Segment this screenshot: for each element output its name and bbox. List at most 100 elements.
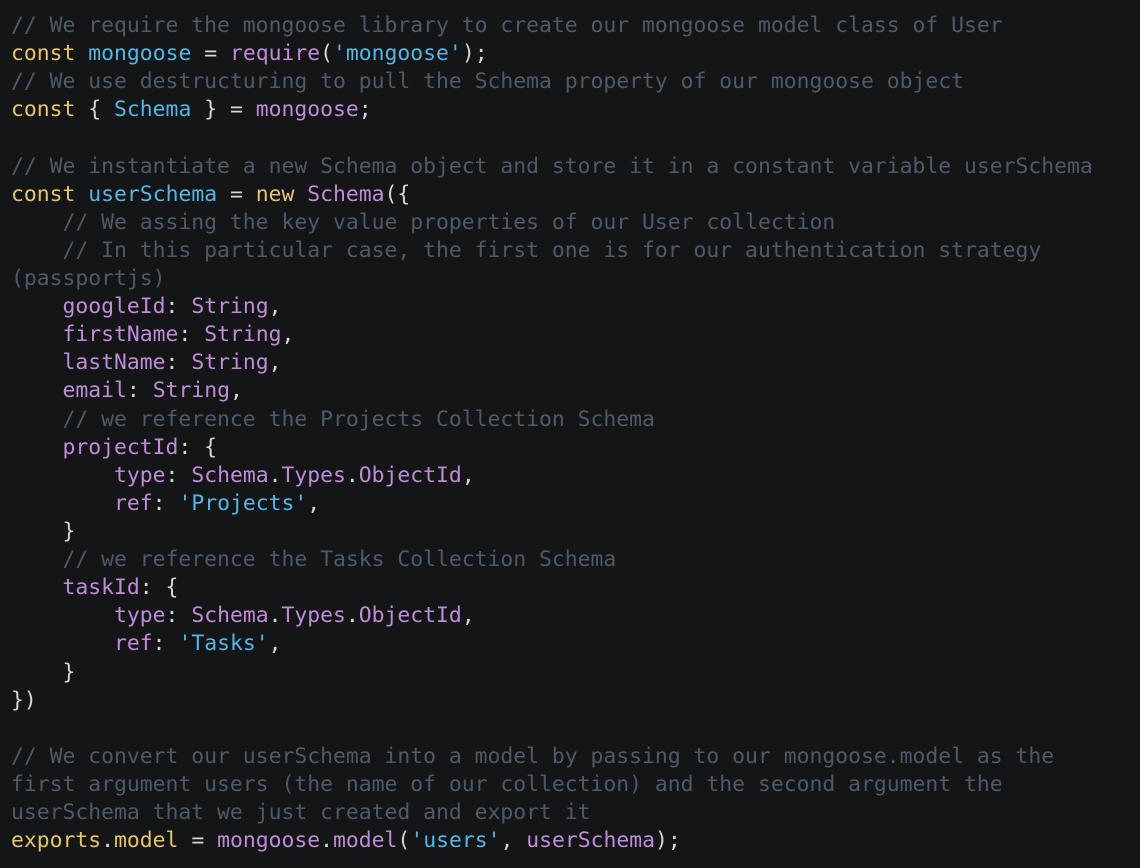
code-token-comment: userSchema that we just created and expo… [11, 800, 591, 826]
code-line: // we reference the Projects Collection … [11, 406, 1140, 434]
code-token-function: ObjectId [358, 462, 462, 488]
code-token-punctuation: , [461, 603, 475, 629]
code-line: lastName: String, [11, 349, 1140, 377]
code-line: const { Schema } = mongoose; [11, 96, 1140, 124]
code-token-punctuation: ; [358, 97, 372, 123]
code-token-keyword: new [255, 181, 295, 207]
code-token-punctuation: . [268, 603, 282, 629]
code-line: } [11, 518, 1140, 546]
code-token-punctuation: : [165, 294, 192, 320]
code-token-function: String [191, 350, 269, 376]
code-token-punctuation: ); [655, 828, 681, 854]
code-token-punctuation [11, 378, 63, 403]
code-token-punctuation [11, 350, 63, 375]
code-token-punctuation [11, 294, 63, 319]
code-token-function: mongoose [255, 97, 359, 123]
code-token-string: 'mongoose' [333, 41, 462, 67]
code-line: ref: 'Tasks', [11, 630, 1140, 658]
code-line: }) [11, 687, 1140, 715]
code-token-function: userSchema [526, 828, 656, 854]
code-token-punctuation: } = [191, 97, 256, 123]
code-token-punctuation: , [500, 828, 527, 854]
code-token-comment: // we reference the Projects Collection … [11, 406, 655, 432]
code-token-punctuation: = [191, 41, 230, 67]
code-token-punctuation [294, 182, 307, 207]
code-line: ref: 'Projects', [11, 490, 1140, 518]
code-token-property: type [114, 603, 166, 629]
code-token-comment: first argument users (the name of our co… [11, 771, 1003, 797]
code-token-punctuation: . [345, 462, 359, 488]
code-line: firstName: String, [11, 321, 1140, 349]
code-token-property: email [62, 378, 127, 404]
code-token-property: ref [114, 631, 153, 657]
code-token-punctuation: : [126, 378, 153, 404]
code-token-comment: // We require the mongoose library to cr… [11, 13, 1003, 38]
code-token-punctuation: , [268, 350, 282, 376]
code-token-string: 'Projects' [178, 490, 308, 516]
code-token-function: mongoose [217, 828, 321, 854]
code-token-function: require [229, 41, 321, 67]
code-token-function: Types [281, 603, 346, 629]
code-line: // We assing the key value properties of… [11, 209, 1140, 237]
code-token-punctuation: : { [178, 434, 218, 460]
code-token-function: Schema [307, 181, 385, 207]
code-token-string: 'Tasks' [178, 631, 269, 657]
code-token-comment: // We use destructuring to pull the Sche… [11, 69, 964, 95]
code-token-punctuation: . [345, 603, 359, 629]
code-token-identifier: Schema [114, 97, 192, 123]
code-line: projectId: { [11, 434, 1140, 462]
code-token-punctuation: }) [11, 687, 37, 713]
code-token-property: lastName [62, 350, 166, 376]
code-token-punctuation [11, 322, 63, 347]
code-token-punctuation: , [229, 378, 243, 404]
code-token-function: model [333, 828, 398, 854]
code-token-comment: // we reference the Tasks Collection Sch… [11, 547, 617, 573]
code-token-punctuation: = [178, 828, 218, 854]
code-token-comment: // We convert our userSchema into a mode… [11, 743, 1055, 769]
code-token-function: String [152, 378, 230, 404]
code-token-property: taskId [62, 575, 140, 601]
code-token-punctuation: , [268, 631, 282, 657]
code-token-string: 'users' [410, 828, 501, 854]
code-line: taskId: { [11, 574, 1140, 602]
code-token-function: String [204, 322, 282, 348]
code-line: // we reference the Tasks Collection Sch… [11, 546, 1140, 574]
code-line: exports.model = mongoose.model('users', … [11, 827, 1140, 855]
code-token-function: Types [281, 462, 346, 488]
code-token-punctuation: : [178, 322, 205, 348]
code-token-punctuation: : { [139, 575, 179, 601]
code-token-function: Schema [191, 603, 269, 629]
code-line: // We convert our userSchema into a mode… [11, 743, 1140, 771]
code-token-keyword: exports [11, 828, 102, 854]
code-token-punctuation: : [152, 490, 179, 516]
code-line: // We instantiate a new Schema object an… [11, 153, 1140, 181]
code-token-punctuation: , [268, 294, 282, 320]
code-line: // We use destructuring to pull the Sche… [11, 68, 1140, 96]
code-token-property: firstName [62, 322, 179, 348]
code-token-function: String [191, 294, 269, 320]
code-editor[interactable]: // We require the mongoose library to cr… [0, 0, 1140, 868]
code-token-comment: // We assing the key value properties of… [11, 209, 836, 235]
code-token-comment: // We instantiate a new Schema object an… [11, 153, 1093, 179]
code-token-punctuation: ( [320, 41, 334, 67]
code-token-keyword: model [114, 828, 179, 854]
code-line: const mongoose = require('mongoose'); [11, 40, 1140, 68]
code-line: const userSchema = new Schema({ [11, 181, 1140, 209]
code-token-punctuation: . [101, 828, 115, 854]
code-token-punctuation: ({ [384, 181, 411, 207]
code-token-property: type [114, 462, 166, 488]
code-token-function: Schema [191, 462, 269, 488]
code-token-property: projectId [62, 434, 179, 460]
code-token-punctuation: } [11, 659, 76, 685]
code-token-comment: // In this particular case, the first on… [11, 237, 1042, 263]
code-token-punctuation: ( [397, 828, 411, 854]
code-token-punctuation: , [307, 490, 321, 516]
code-token-punctuation [11, 463, 114, 488]
code-line: email: String, [11, 377, 1140, 405]
code-token-punctuation: } [11, 518, 76, 544]
code-token-punctuation: : [165, 350, 192, 376]
code-token-punctuation [75, 41, 88, 66]
code-token-property: googleId [62, 294, 166, 320]
code-token-punctuation [75, 182, 88, 207]
